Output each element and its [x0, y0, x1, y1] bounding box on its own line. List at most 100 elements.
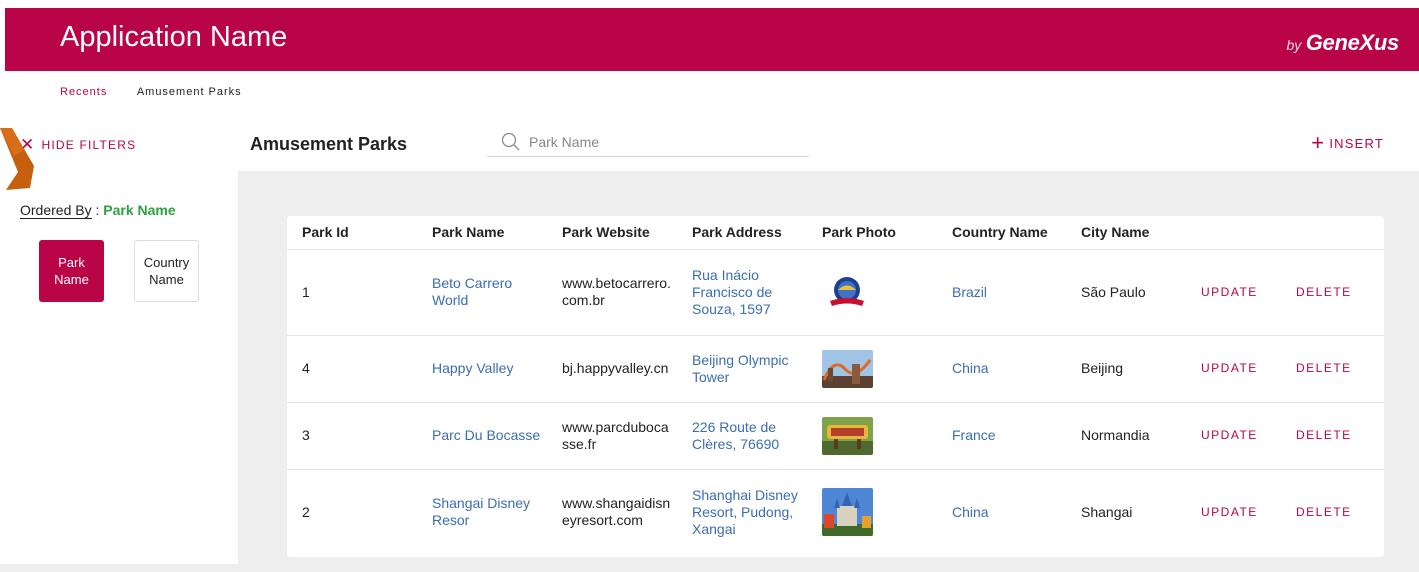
column-header-country-name[interactable]: Country Name	[937, 216, 1066, 250]
hide-filters-button[interactable]: ✕ HIDE FILTERS	[20, 136, 136, 153]
park-address-link[interactable]: Rua Inácio Francisco de Souza, 1597	[677, 249, 807, 336]
column-header-update	[1186, 216, 1281, 250]
column-header-delete	[1281, 216, 1384, 250]
column-header-city-name[interactable]: City Name	[1066, 216, 1186, 250]
search-input[interactable]	[529, 133, 789, 150]
order-by-country-name-button[interactable]: Country Name	[134, 240, 199, 302]
cell-line: Happy Valley	[432, 360, 514, 376]
parks-grid-card: Park Id Park Name Park Website Park Addr…	[287, 216, 1384, 557]
cell-line: Beijing Olympic	[692, 351, 789, 368]
column-header-park-name[interactable]: Park Name	[417, 216, 547, 250]
park-name-link[interactable]: Happy Valley	[417, 335, 547, 403]
update-button[interactable]: UPDATE	[1186, 469, 1281, 555]
park-address-link[interactable]: Beijing Olympic Tower	[677, 335, 807, 403]
table-row: 2 Shangai Disney Resor www.shangaidisn e…	[287, 469, 1384, 555]
cell-line: Xangai	[692, 520, 736, 537]
park-name-link[interactable]: Beto Carrero World	[417, 249, 547, 336]
column-header-park-address[interactable]: Park Address	[677, 216, 807, 250]
cell-line: Beto Carrero	[432, 275, 513, 291]
breadcrumb-current: Amusement Parks	[136, 86, 242, 98]
column-header-park-id[interactable]: Park Id	[287, 216, 417, 250]
park-photo-beto-carrero	[822, 273, 873, 311]
column-header-park-website[interactable]: Park Website	[547, 216, 677, 250]
cell-line: www.betocarrero.	[562, 275, 671, 291]
park-photo-bocasse	[822, 416, 873, 455]
cell-line: Francisco de	[692, 283, 773, 300]
delete-button[interactable]: DELETE	[1281, 402, 1384, 470]
delete-button[interactable]: DELETE	[1281, 249, 1384, 336]
country-name-link[interactable]: Brazil	[937, 249, 1066, 336]
city-name-cell: Normandia	[1066, 402, 1186, 470]
cell-line: 226 Route de	[692, 418, 777, 435]
update-button[interactable]: UPDATE	[1186, 335, 1281, 403]
table-header-row: Park Id Park Name Park Website Park Addr…	[287, 216, 1384, 250]
cell-line: Resort, Pudong,	[692, 503, 794, 520]
cell-line: sse.fr	[562, 435, 597, 452]
cell-line: Souza, 1597	[692, 300, 771, 317]
cell-line: com.br	[562, 292, 605, 308]
cell-line: www.parcduboca	[562, 418, 669, 435]
sidebar-footer-divider	[0, 564, 238, 572]
cell-line: Tower	[692, 368, 730, 385]
city-name-cell: Beijing	[1066, 335, 1186, 403]
search-box	[487, 127, 809, 157]
park-id-cell: 2	[302, 503, 310, 520]
brand-name: GeneXus	[1305, 30, 1400, 55]
park-address-link[interactable]: 226 Route de Clères, 76690	[677, 402, 807, 470]
city-name-cell: Shangai	[1081, 503, 1133, 520]
order-option-line: Park	[58, 255, 85, 270]
cell-line: Resor	[432, 512, 470, 529]
app-header: Application Name by GeneXus	[5, 8, 1419, 71]
search-icon	[501, 132, 520, 150]
park-website-cell: www.betocarrero. com.br	[547, 249, 677, 336]
park-name-link[interactable]: Parc Du Bocasse	[417, 402, 547, 470]
app-title: Application Name	[60, 21, 288, 53]
cell-line: bj.happyvalley.cn	[562, 360, 669, 376]
genexus-logo: by GeneXus	[1286, 30, 1399, 56]
country-name-link[interactable]: France	[937, 402, 1066, 470]
table-row: 1 Beto Carrero World www.betocarrero. co…	[287, 249, 1384, 336]
breadcrumb-recents-link[interactable]: Recents	[60, 86, 107, 98]
ordered-by-caption: Ordered By	[20, 202, 92, 219]
annotation-arrow-icon	[0, 128, 34, 190]
table-row: 4 Happy Valley bj.happyvalley.cn Beijing…	[287, 335, 1384, 403]
cell-line: eyresort.com	[562, 512, 643, 529]
order-by-park-name-button[interactable]: Park Name	[39, 240, 104, 302]
park-id-cell: 1	[287, 249, 417, 336]
park-id-cell: 4	[287, 335, 417, 403]
plus-icon: +	[1311, 130, 1326, 155]
update-button[interactable]: UPDATE	[1186, 249, 1281, 336]
ordered-by-label: Ordered By : Park Name	[20, 202, 176, 219]
city-name-cell: São Paulo	[1066, 249, 1186, 336]
cell-line: World	[432, 292, 469, 308]
country-name-link[interactable]: China	[937, 469, 1066, 555]
breadcrumb: Recents Amusement Parks	[60, 86, 242, 98]
table-row: 3 Parc Du Bocasse www.parcduboca sse.fr …	[287, 402, 1384, 470]
cell-line: Shanghai Disney	[692, 486, 798, 503]
country-name-link[interactable]: China	[937, 335, 1066, 403]
cell-line: Clères, 76690	[692, 435, 780, 452]
park-website-cell: www.shangaidisn eyresort.com	[547, 469, 677, 555]
cell-line: Rua Inácio	[692, 266, 759, 283]
park-id-cell: 3	[287, 402, 417, 470]
park-photo-cell	[807, 469, 937, 555]
insert-button[interactable]: + INSERT	[1311, 132, 1384, 154]
hide-filters-label: HIDE FILTERS	[41, 137, 137, 152]
park-photo-cell	[807, 402, 937, 470]
update-button[interactable]: UPDATE	[1186, 402, 1281, 470]
delete-button[interactable]: DELETE	[1281, 469, 1384, 555]
park-address-link[interactable]: Shanghai Disney Resort, Pudong, Xangai	[677, 469, 807, 555]
order-option-label: Park Name	[54, 254, 89, 288]
page-title: Amusement Parks	[250, 134, 408, 154]
cell-line: www.shangaidisn	[562, 495, 671, 512]
order-option-line: Country	[143, 255, 190, 270]
column-header-park-photo[interactable]: Park Photo	[807, 216, 937, 250]
insert-label: INSERT	[1329, 135, 1384, 151]
park-photo-happy-valley	[822, 349, 873, 388]
cell-line: Parc Du Bocasse	[432, 427, 541, 443]
park-website-cell: www.parcduboca sse.fr	[547, 402, 677, 470]
delete-button[interactable]: DELETE	[1281, 335, 1384, 403]
order-option-label: Country Name	[144, 254, 190, 288]
order-option-line: Name	[54, 272, 89, 287]
park-name-link[interactable]: Shangai Disney Resor	[417, 469, 547, 555]
